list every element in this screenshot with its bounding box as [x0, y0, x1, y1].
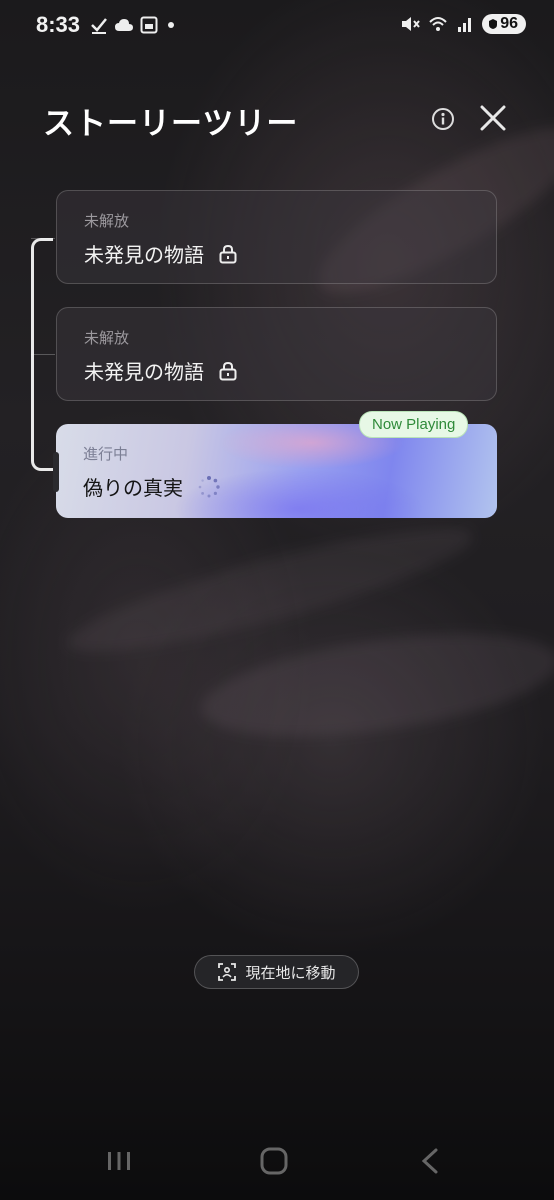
- loading-spinner-icon: [198, 475, 220, 497]
- story-card-locked[interactable]: 未解放 未発見の物語: [56, 307, 497, 401]
- card-title-row: 未発見の物語: [84, 356, 238, 385]
- active-indicator: [53, 452, 59, 492]
- move-button-label: 現在地に移動: [245, 963, 336, 982]
- card-title-row: 未発見の物語: [84, 239, 238, 268]
- info-icon: [441, 112, 445, 125]
- page-title: ストーリーツリー: [43, 106, 299, 142]
- wifi-icon: [429, 17, 447, 31]
- dot-icon: [168, 22, 174, 28]
- card-status: 未解放: [84, 212, 130, 230]
- tree-branch: [31, 238, 55, 239]
- card-status: 未解放: [84, 329, 130, 347]
- lock-icon: [219, 361, 237, 380]
- check-icon: [91, 18, 107, 34]
- move-to-current-button[interactable]: 現在地に移動: [194, 955, 359, 989]
- card-status: 進行中: [83, 445, 129, 463]
- status-right-icons: 96: [400, 14, 526, 34]
- now-playing-badge: Now Playing: [359, 411, 469, 438]
- card-title-row: 偽りの真実: [83, 472, 221, 501]
- info-button[interactable]: [432, 108, 454, 130]
- status-bar: 8:33 96: [0, 0, 554, 54]
- card-title: 未発見の物語: [84, 360, 204, 384]
- home-icon: [260, 1147, 288, 1175]
- recents-icon: [108, 1152, 130, 1170]
- close-icon: [480, 105, 506, 131]
- mute-icon: [402, 17, 420, 31]
- cloud-icon: [115, 19, 133, 31]
- battery-icon: 96: [482, 14, 526, 34]
- focus-target-icon: [218, 963, 237, 981]
- close-button[interactable]: [478, 103, 508, 133]
- status-left-icons: [90, 16, 178, 34]
- image-icon: [140, 16, 158, 34]
- home-button[interactable]: [259, 1146, 289, 1180]
- system-nav-bar: [0, 1130, 554, 1200]
- lock-icon: [219, 244, 237, 263]
- back-button[interactable]: [416, 1146, 446, 1180]
- back-icon: [421, 1148, 438, 1174]
- story-card-locked[interactable]: 未解放 未発見の物語: [56, 190, 497, 284]
- card-title: 未発見の物語: [84, 243, 204, 267]
- recents-button[interactable]: [104, 1146, 134, 1180]
- battery-level: 96: [500, 15, 518, 32]
- signal-icon: [458, 18, 472, 32]
- card-title: 偽りの真実: [83, 476, 183, 500]
- story-card-active[interactable]: 進行中 偽りの真実 Now Playing: [53, 411, 497, 518]
- status-time: 8:33: [36, 12, 81, 37]
- tree-branch: [31, 354, 55, 355]
